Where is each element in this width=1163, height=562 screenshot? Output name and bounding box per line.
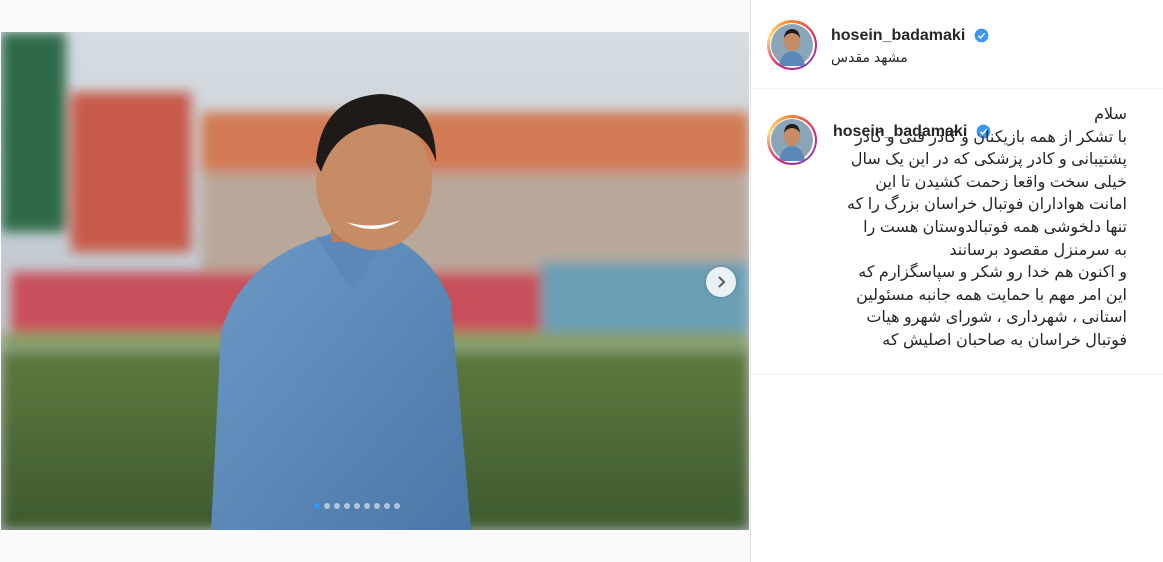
caption-line: استانی ، شهرداری ، شورای شهرو هیات: [866, 309, 1127, 327]
carousel-dot: [334, 503, 340, 509]
caption-line: سلام: [1094, 106, 1127, 123]
avatar-image: [771, 24, 813, 66]
post-media: [0, 0, 750, 562]
caption-section: hosein_badamaki سلام با تشکر از همه بازیک…: [751, 90, 1163, 375]
carousel-dot: [344, 503, 350, 509]
post-header: hosein_badamaki مشهد مقدس: [751, 0, 1163, 89]
caption-line: فوتبال خراسان به صاحبان اصلیش که: [882, 331, 1127, 349]
header-username[interactable]: hosein_badamaki: [831, 27, 965, 45]
caption-avatar[interactable]: [767, 115, 817, 165]
photo-image: [1, 32, 749, 530]
location-link[interactable]: مشهد مقدس: [831, 49, 908, 66]
caption-text: سلام با تشکر از همه بازیکنان و کادر فنی و…: [831, 106, 1127, 353]
carousel-indicator: [314, 503, 400, 509]
carousel-dot: [384, 503, 390, 509]
caption-line: با تشکر از همه بازیکنان و کادر فنی و کاد…: [855, 128, 1127, 146]
avatar-image: [771, 119, 813, 161]
chevron-right-icon: [718, 276, 726, 288]
avatar[interactable]: [767, 20, 817, 70]
caption-line: تنها دلخوشی همه فوتبالدوستان هست را: [863, 218, 1127, 236]
carousel-dot: [374, 503, 380, 509]
caption-line: امانت هواداران فوتبال خراسان بزرگ را که: [847, 196, 1127, 214]
caption-line: خیلی سخت واقعا زحمت کشیدن تا این: [875, 173, 1127, 191]
verified-badge-icon: [974, 28, 989, 43]
caption-line: پشتیبانی و کادر پزشکی که در این یک سال: [850, 151, 1127, 169]
carousel-dot: [324, 503, 330, 509]
carousel-dot: [314, 503, 320, 509]
caption-line: به سرمنزل مقصود برسانند: [949, 241, 1127, 259]
post-side-panel: hosein_badamaki مشهد مقدس hosein_badamak…: [750, 0, 1163, 562]
caption-line: و اکنون هم خدا رو شکر و سپاسگزارم که: [858, 264, 1127, 282]
post-photo[interactable]: [1, 32, 749, 530]
carousel-dot: [354, 503, 360, 509]
next-button[interactable]: [706, 267, 736, 297]
caption-line: این امر مهم با حمایت همه جانبه مسئولین: [856, 286, 1127, 304]
carousel-dot: [364, 503, 370, 509]
carousel-dot: [394, 503, 400, 509]
